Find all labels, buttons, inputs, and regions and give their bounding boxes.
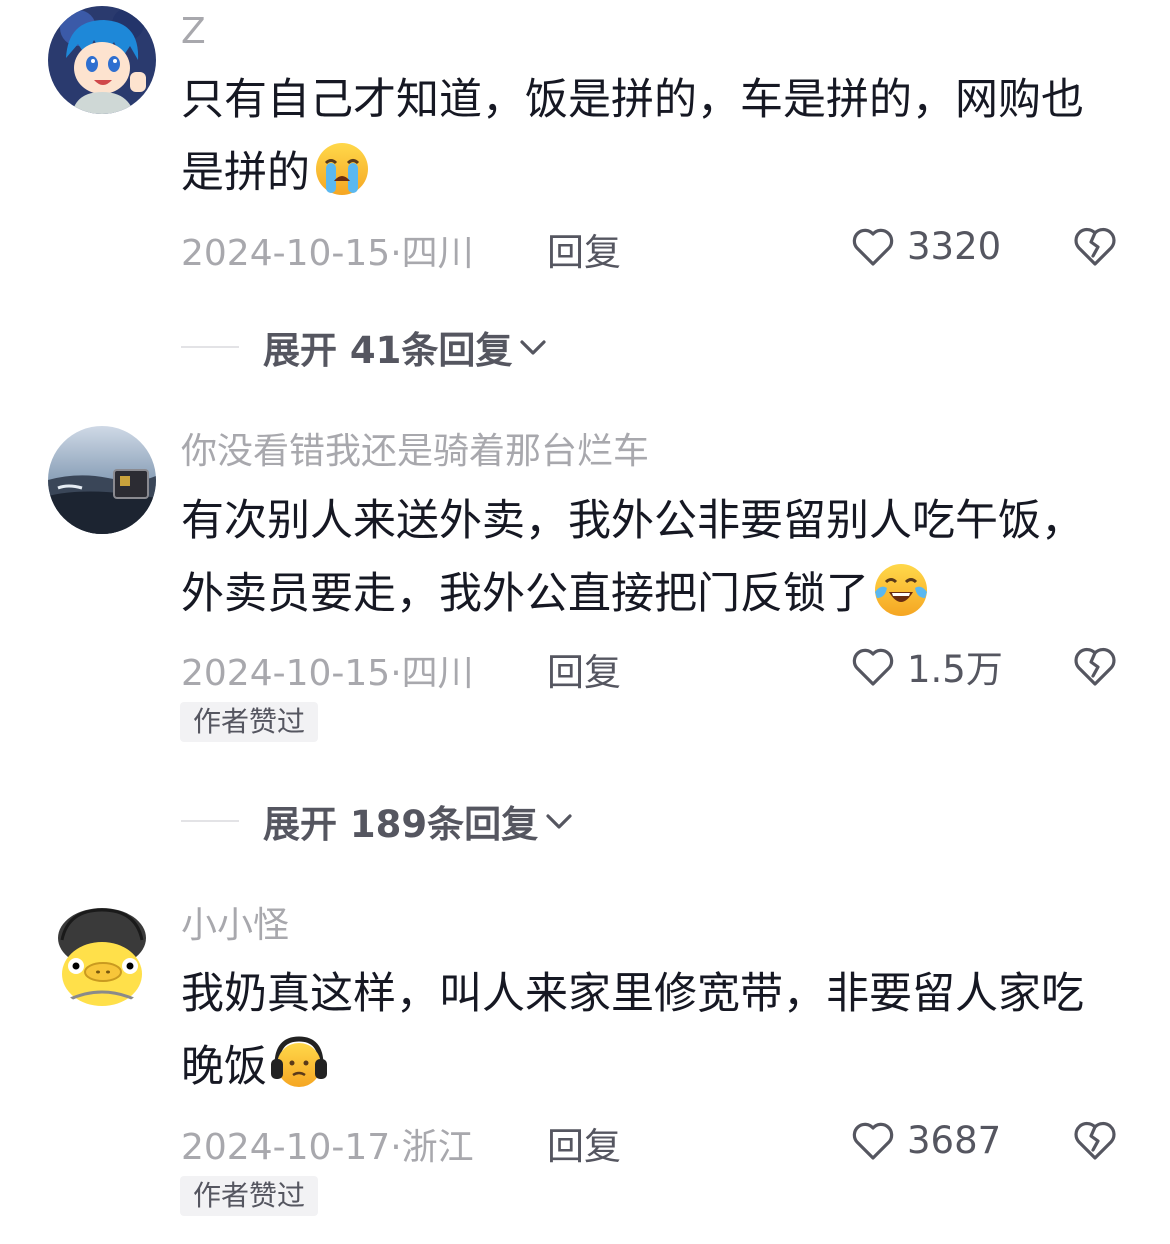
expand-replies-button[interactable]: 展开 189条回复 bbox=[181, 796, 576, 846]
heart-icon bbox=[852, 648, 894, 686]
comment-text: 有次别人来送外卖，我外公非要留别人吃午饭，外卖员要走，我外公直接把门反锁了 bbox=[181, 485, 1126, 631]
comment-meta: 2024-10-15·四川 回复 1.5万 bbox=[181, 636, 1141, 696]
like-button[interactable]: 1.5万 bbox=[849, 636, 1003, 696]
comment-date-location: 2024-10-15·四川 bbox=[181, 644, 474, 696]
headphones-face-emoji-icon bbox=[271, 1035, 327, 1091]
reply-button[interactable]: 回复 bbox=[547, 642, 621, 696]
chevron-down-icon bbox=[546, 814, 572, 829]
heart-icon bbox=[852, 228, 894, 266]
reply-button[interactable]: 回复 bbox=[547, 1116, 621, 1170]
author-liked-badge: 作者赞过 bbox=[180, 1176, 319, 1216]
comment-username[interactable]: 你没看错我还是骑着那台烂车 bbox=[181, 430, 649, 474]
like-count: 3320 bbox=[907, 224, 1002, 268]
comment-text-body: 有次别人来送外卖，我外公非要留别人吃午饭，外卖员要走，我外公直接把门反锁了 bbox=[181, 496, 1084, 619]
comment-date-location: 2024-10-15·四川 bbox=[181, 224, 474, 276]
meta-separator: · bbox=[390, 653, 402, 694]
avatar-anime-boy-icon bbox=[48, 6, 156, 114]
comment-date-location: 2024-10-17·浙江 bbox=[181, 1118, 474, 1170]
reply-button[interactable]: 回复 bbox=[547, 222, 621, 276]
comment-username[interactable]: 小小怪 bbox=[181, 904, 289, 948]
like-count: 1.5万 bbox=[907, 648, 1003, 691]
expand-replies-label: 展开 189条回复 bbox=[263, 803, 539, 846]
like-button[interactable]: 3320 bbox=[849, 216, 1001, 276]
comment-text: 我奶真这样，叫人来家里修宽带，非要留人家吃晚饭 bbox=[181, 958, 1126, 1104]
comment-location: 四川 bbox=[401, 653, 474, 694]
expand-replies-label: 展开 41条回复 bbox=[263, 329, 513, 372]
like-button[interactable]: 3687 bbox=[849, 1110, 1001, 1170]
meta-separator: · bbox=[390, 233, 402, 274]
divider-line bbox=[181, 820, 239, 822]
author-liked-badge: 作者赞过 bbox=[180, 702, 319, 742]
avatar-yellow-character-icon bbox=[48, 900, 156, 1008]
divider-line bbox=[181, 346, 239, 348]
comment-meta: 2024-10-17·浙江 回复 3687 bbox=[181, 1110, 1141, 1170]
like-count: 3687 bbox=[907, 1118, 1002, 1162]
comment-date: 2024-10-15 bbox=[181, 233, 391, 274]
tears-of-joy-emoji-icon bbox=[873, 562, 929, 618]
broken-heart-icon[interactable] bbox=[1070, 220, 1120, 270]
comment-username[interactable]: Z bbox=[181, 10, 206, 54]
avatar-landscape-car-icon bbox=[48, 426, 156, 534]
comment-location: 浙江 bbox=[401, 1127, 474, 1168]
avatar[interactable] bbox=[48, 426, 156, 534]
avatar[interactable] bbox=[48, 900, 156, 1008]
meta-separator: · bbox=[390, 1127, 402, 1168]
chevron-down-icon bbox=[520, 340, 546, 355]
comment-location: 四川 bbox=[401, 233, 474, 274]
comment-date: 2024-10-17 bbox=[181, 1127, 391, 1168]
comment-date: 2024-10-15 bbox=[181, 653, 391, 694]
heart-icon bbox=[852, 1122, 894, 1160]
crying-face-emoji-icon bbox=[314, 141, 370, 197]
broken-heart-icon[interactable] bbox=[1070, 1114, 1120, 1164]
broken-heart-icon[interactable] bbox=[1070, 640, 1120, 690]
avatar[interactable] bbox=[48, 6, 156, 114]
expand-replies-button[interactable]: 展开 41条回复 bbox=[181, 322, 550, 372]
comment-text: 只有自己才知道，饭是拼的，车是拼的，网购也是拼的 bbox=[181, 64, 1126, 210]
comment-meta: 2024-10-15·四川 回复 3320 bbox=[181, 216, 1141, 276]
